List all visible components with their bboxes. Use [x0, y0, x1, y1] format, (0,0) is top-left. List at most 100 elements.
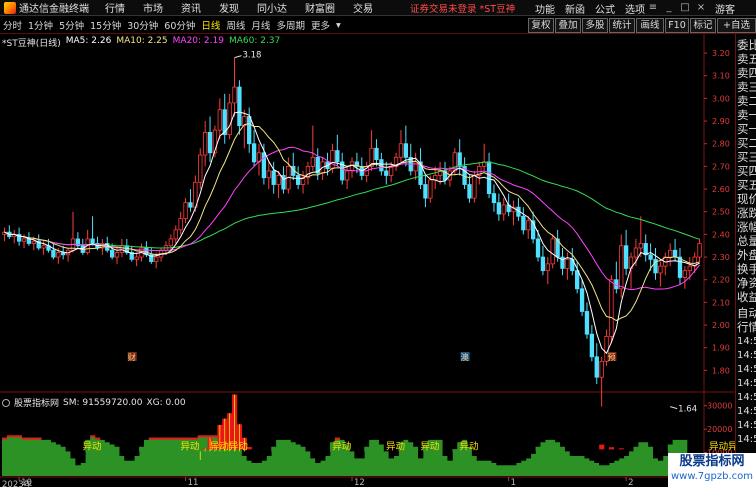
- candle-body: [134, 256, 139, 260]
- indicator-cap: [197, 435, 204, 438]
- event-marker: 预: [607, 352, 617, 362]
- indicator-settings-icon[interactable]: [2, 398, 10, 407]
- menu-item-markets[interactable]: 市场: [134, 0, 172, 15]
- tool-formula[interactable]: 公式: [595, 1, 615, 16]
- candle-body: [486, 161, 492, 195]
- period-weekly[interactable]: 周线: [223, 18, 248, 32]
- signal-label: 异动: [459, 441, 478, 452]
- indicator-gap: [530, 451, 536, 454]
- period-5min[interactable]: 5分钟: [56, 18, 87, 32]
- period-1min[interactable]: 1分钟: [25, 18, 56, 32]
- candle-body: [609, 279, 614, 337]
- indicator-cap: [202, 435, 208, 438]
- guest-login[interactable]: 游客: [715, 1, 735, 16]
- indicator-cap: [178, 437, 184, 440]
- signal-label: 异动: [386, 441, 405, 452]
- indicator-cap: [153, 437, 160, 440]
- stock-name: *ST豆神(日线): [2, 39, 61, 49]
- indicator-gap: [623, 451, 629, 456]
- candle-body: [545, 263, 550, 272]
- sm-value: SM: 91559720.00: [63, 397, 143, 408]
- top-menu-bar: 通达信金融终端 行情 市场 资讯 发现 同小达 财富圈 交易 证券交易未登录 *…: [0, 0, 756, 16]
- candle-body: [672, 249, 678, 258]
- candle-body: [491, 193, 497, 204]
- candle-body: [535, 238, 541, 258]
- candle-body: [565, 258, 570, 269]
- login-notice[interactable]: 证券交易未登录 *ST豆神: [410, 1, 515, 15]
- menu-item-wealth-circle[interactable]: 财富圈: [296, 0, 344, 15]
- tool-options[interactable]: 选项: [625, 1, 645, 16]
- candle-body: [697, 243, 702, 258]
- indicator-gap: [418, 451, 424, 459]
- menu-item-trade[interactable]: 交易: [344, 0, 382, 15]
- y-tick-label: 3.20: [712, 49, 730, 58]
- candle-body: [109, 249, 115, 258]
- candle-body: [619, 245, 624, 290]
- event-marker-text: 澳: [461, 352, 469, 362]
- ma5-value: MA5: 2.26: [65, 36, 112, 46]
- price-annotation: 1.64: [678, 405, 697, 415]
- candle-body: [579, 288, 585, 312]
- multi-stock-button[interactable]: 多股: [582, 18, 608, 33]
- candle-body: [526, 220, 531, 231]
- minimize-icon[interactable]: _: [664, 2, 674, 13]
- candle-body: [589, 333, 595, 358]
- mark-button[interactable]: 标记: [690, 18, 716, 33]
- quote-label: 收益: [737, 290, 756, 304]
- menu-item-news[interactable]: 资讯: [172, 0, 210, 15]
- quote-label: 卖一: [737, 108, 756, 122]
- indicator-gap: [246, 451, 253, 461]
- candle-body: [183, 202, 188, 219]
- indicator-gap: [608, 451, 615, 463]
- indicator-cap: [90, 435, 96, 438]
- period-30min[interactable]: 30分钟: [124, 18, 161, 32]
- tool-functions[interactable]: 功能: [535, 1, 555, 16]
- stock-chart[interactable]: 3.20 3.10 3.00 2.90 2.80 2.70 2.60 2.50 2.40 2.30…: [0, 34, 735, 487]
- signal-label: 异动: [332, 441, 351, 452]
- indicator-cap: [212, 435, 218, 438]
- candle-body: [398, 143, 404, 158]
- indicator-gap: [618, 451, 625, 459]
- candle-body: [403, 143, 409, 158]
- f10-button[interactable]: F10: [665, 18, 689, 33]
- statistics-button[interactable]: 统计: [609, 18, 635, 33]
- y-tick-label: 2.50: [712, 208, 730, 217]
- period-more[interactable]: 更多: [308, 18, 333, 32]
- sub-legend: 股票指标网 SM: 91559720.00 XG: 0.00: [2, 396, 186, 409]
- menu-item-discover[interactable]: 发现: [210, 0, 248, 15]
- adjust-button[interactable]: 复权: [528, 18, 554, 33]
- period-multi[interactable]: 多周期: [273, 18, 308, 32]
- main-menu: 行情 市场 资讯 发现 同小达 财富圈 交易: [96, 0, 382, 15]
- menu-item-market[interactable]: 行情: [96, 0, 134, 15]
- menu-item-assistant[interactable]: 同小达: [248, 0, 296, 15]
- period-monthly[interactable]: 月线: [248, 18, 273, 32]
- quote-tab[interactable]: 行情: [737, 320, 756, 334]
- indicator-gap: [325, 451, 331, 456]
- quote-tab[interactable]: 自动: [737, 306, 756, 320]
- indicator-gap: [261, 451, 267, 461]
- candle-body: [344, 170, 350, 181]
- indicator-gap: [501, 451, 507, 466]
- y-tick-label: 2.00: [712, 321, 730, 330]
- indicator-gap: [511, 451, 517, 466]
- quote-panel: 委比 卖五 卖四 卖三 卖二 卖一 买一 买二 买三 买四 买五 现价 涨跌 涨…: [735, 34, 756, 487]
- period-60min[interactable]: 60分钟: [161, 18, 198, 32]
- watermark: 股票指标网 www.7gpzb.com: [668, 453, 756, 487]
- candle-body: [266, 170, 271, 179]
- overlay-button[interactable]: 叠加: [555, 18, 581, 33]
- tick-time: 14:55: [737, 392, 756, 403]
- menu-icon[interactable]: ≡: [648, 2, 658, 13]
- period-daily[interactable]: 日线: [198, 18, 223, 32]
- tool-new[interactable]: 新函: [565, 1, 585, 16]
- chevron-down-icon[interactable]: ▾: [333, 20, 344, 31]
- period-15min[interactable]: 15分钟: [87, 18, 124, 32]
- year-label: 2023年: [2, 480, 33, 487]
- close-icon[interactable]: ×: [696, 2, 706, 13]
- draw-line-button[interactable]: 画线: [636, 18, 664, 33]
- indicator-cap: [334, 437, 341, 440]
- candle-body: [217, 109, 222, 131]
- maximize-icon[interactable]: □: [680, 2, 690, 13]
- add-watchlist-button[interactable]: +自选: [717, 18, 756, 33]
- period-tick[interactable]: 分时: [0, 18, 25, 32]
- indicator-gap: [266, 451, 272, 456]
